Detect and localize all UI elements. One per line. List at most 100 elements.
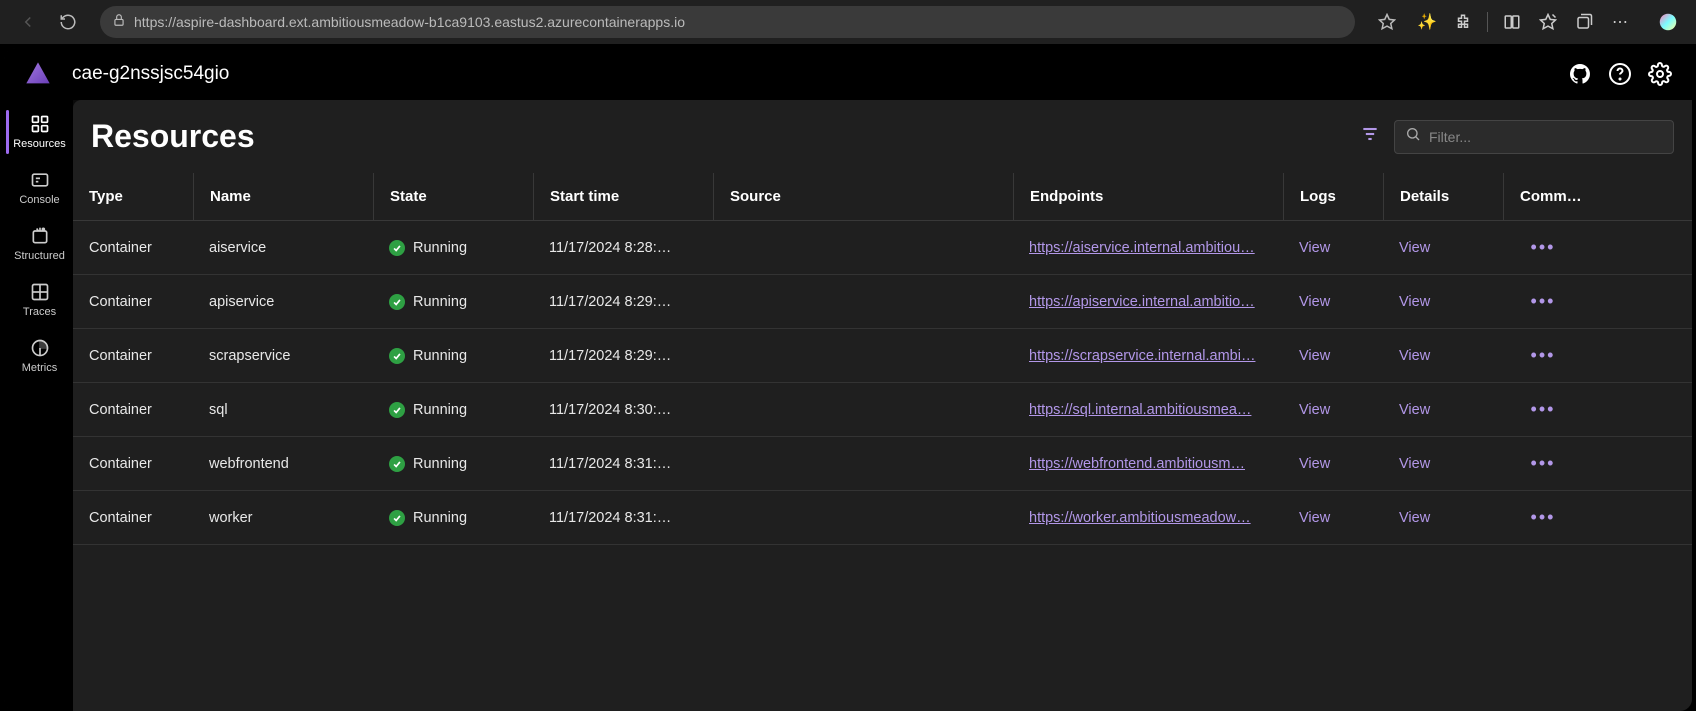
cell-name: worker [193,510,373,526]
logs-link[interactable]: View [1283,294,1383,310]
app-header: cae-g2nssjsc54gio [4,48,1692,100]
sidebar-item-traces[interactable]: Traces [6,272,73,328]
sidebar-item-console[interactable]: Console [6,160,73,216]
details-link[interactable]: View [1383,348,1503,364]
state-text: Running [413,240,467,256]
refresh-button[interactable] [52,6,84,38]
commands-button[interactable]: ••• [1503,291,1583,312]
commands-button[interactable]: ••• [1503,507,1583,528]
sidebar-item-structured[interactable]: Structured [6,216,73,272]
cell-state: Running [373,402,533,418]
status-running-icon [389,294,405,310]
endpoint-link[interactable]: https://webfrontend.ambitiousm… [1029,456,1267,472]
sidebar-item-label: Structured [14,250,65,262]
details-link[interactable]: View [1383,456,1503,472]
more-icon[interactable]: ⋯ [1604,6,1636,38]
split-screen-icon[interactable] [1496,6,1528,38]
page-header: Resources [73,100,1692,163]
cell-type: Container [73,348,193,364]
cell-state: Running [373,294,533,310]
cell-name: webfrontend [193,456,373,472]
sidebar-item-metrics[interactable]: Metrics [6,328,73,384]
filter-icon[interactable] [1360,124,1380,149]
cell-state: Running [373,510,533,526]
column-header[interactable]: Comm… [1503,173,1583,220]
github-icon[interactable] [1568,62,1592,86]
cell-start-time: 11/17/2024 8:29:… [533,294,713,310]
search-box[interactable] [1394,120,1674,154]
status-running-icon [389,348,405,364]
table-row: Container apiservice Running 11/17/2024 … [73,275,1692,329]
logs-link[interactable]: View [1283,510,1383,526]
logs-link[interactable]: View [1283,240,1383,256]
search-input[interactable] [1429,129,1663,145]
logs-link[interactable]: View [1283,402,1383,418]
favorite-button[interactable] [1371,6,1403,38]
column-header[interactable]: Details [1383,173,1503,220]
cell-start-time: 11/17/2024 8:31:… [533,510,713,526]
column-header[interactable]: Start time [533,173,713,220]
cell-name: apiservice [193,294,373,310]
cell-start-time: 11/17/2024 8:28:… [533,240,713,256]
url-bar[interactable]: https://aspire-dashboard.ext.ambitiousme… [100,6,1355,38]
commands-button[interactable]: ••• [1503,399,1583,420]
column-header[interactable]: Endpoints [1013,173,1283,220]
details-link[interactable]: View [1383,294,1503,310]
sidebar-item-label: Metrics [22,362,57,374]
status-running-icon [389,240,405,256]
sidebar-item-label: Console [19,194,59,206]
logs-link[interactable]: View [1283,348,1383,364]
lock-icon [112,13,126,32]
details-link[interactable]: View [1383,402,1503,418]
aspire-logo-icon [24,60,52,88]
endpoint-link[interactable]: https://apiservice.internal.ambitio… [1029,294,1267,310]
search-icon [1405,126,1421,147]
sidebar-item-label: Resources [13,138,66,150]
details-link[interactable]: View [1383,240,1503,256]
cell-type: Container [73,456,193,472]
cell-endpoint: https://apiservice.internal.ambitio… [1013,294,1283,310]
commands-button[interactable]: ••• [1503,345,1583,366]
favorites-icon[interactable] [1532,6,1564,38]
settings-icon[interactable] [1648,62,1672,86]
column-header[interactable]: Logs [1283,173,1383,220]
logs-link[interactable]: View [1283,456,1383,472]
traces-icon [30,282,50,302]
endpoint-link[interactable]: https://aiservice.internal.ambitiou… [1029,240,1267,256]
cell-name: sql [193,402,373,418]
table-row: Container aiservice Running 11/17/2024 8… [73,221,1692,275]
extensions-icon[interactable] [1447,6,1479,38]
table-row: Container sql Running 11/17/2024 8:30:… … [73,383,1692,437]
back-button[interactable] [12,6,44,38]
structured-icon [30,226,50,246]
endpoint-link[interactable]: https://worker.ambitiousmeadow… [1029,510,1267,526]
column-header[interactable]: Source [713,173,1013,220]
metrics-icon [30,338,50,358]
sparkle-icon[interactable]: ✨ [1411,6,1443,38]
cell-endpoint: https://scrapservice.internal.ambi… [1013,348,1283,364]
app-title: cae-g2nssjsc54gio [72,63,229,85]
cell-name: scrapservice [193,348,373,364]
endpoint-link[interactable]: https://scrapservice.internal.ambi… [1029,348,1267,364]
column-header[interactable]: Type [73,188,193,205]
chrome-actions: ✨ ⋯ [1411,6,1684,38]
details-link[interactable]: View [1383,510,1503,526]
cell-state: Running [373,456,533,472]
cell-type: Container [73,510,193,526]
column-header[interactable]: State [373,173,533,220]
help-icon[interactable] [1608,62,1632,86]
grid-icon [30,114,50,134]
main-content: Resources TypeNameStateStart timeSourceE… [73,100,1692,711]
commands-button[interactable]: ••• [1503,237,1583,258]
table-header: TypeNameStateStart timeSourceEndpointsLo… [73,173,1692,221]
browser-chrome: https://aspire-dashboard.ext.ambitiousme… [0,0,1696,44]
endpoint-link[interactable]: https://sql.internal.ambitiousmea… [1029,402,1267,418]
column-header[interactable]: Name [193,173,373,220]
cell-start-time: 11/17/2024 8:30:… [533,402,713,418]
sidebar-item-resources[interactable]: Resources [6,104,73,160]
cell-endpoint: https://aiservice.internal.ambitiou… [1013,240,1283,256]
collections-icon[interactable] [1568,6,1600,38]
copilot-icon[interactable] [1652,6,1684,38]
cell-type: Container [73,294,193,310]
commands-button[interactable]: ••• [1503,453,1583,474]
